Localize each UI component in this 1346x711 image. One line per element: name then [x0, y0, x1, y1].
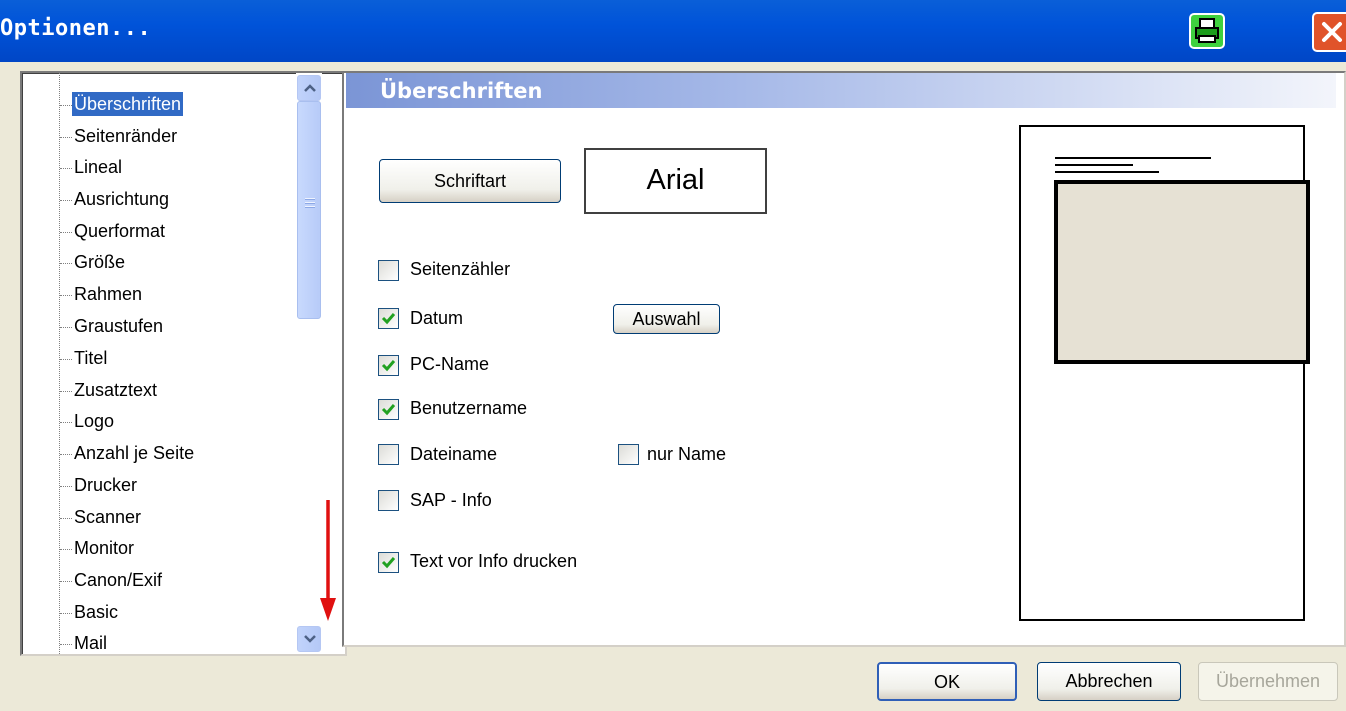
- chevron-down-icon: [304, 635, 316, 643]
- dialog-client-area: Überschriften Seitenränder Lineal Ausric…: [14, 62, 1346, 711]
- seitenzaehler-checkbox[interactable]: [378, 260, 399, 281]
- ok-button[interactable]: OK: [877, 662, 1017, 701]
- printer-icon: [1195, 18, 1219, 43]
- preview-header-line: [1055, 171, 1159, 173]
- tree-item-zusatztext[interactable]: Zusatztext: [22, 377, 292, 405]
- auswahl-button[interactable]: Auswahl: [613, 304, 720, 334]
- dateiname-label: Dateiname: [410, 444, 498, 464]
- benutzername-label: Benutzername: [410, 398, 528, 418]
- tree-item-label: Scanner: [74, 507, 142, 527]
- checkmark-icon: [381, 557, 396, 569]
- tree-item-label: Logo: [74, 411, 115, 431]
- tree-item-label: Mail: [74, 633, 108, 653]
- close-button[interactable]: [1312, 12, 1346, 52]
- tree-item-mail[interactable]: Mail: [22, 630, 292, 654]
- sap-info-checkbox[interactable]: [378, 490, 399, 511]
- tree-item-label: Seitenränder: [74, 126, 178, 146]
- tree-item-label: Titel: [74, 348, 108, 368]
- text-vor-info-label: Text vor Info drucken: [410, 551, 578, 571]
- tree-item-querformat[interactable]: Querformat: [22, 218, 292, 246]
- nur-name-checkbox[interactable]: [618, 444, 639, 465]
- datum-label: Datum: [410, 308, 464, 328]
- scroll-up-button[interactable]: [297, 75, 321, 101]
- font-button[interactable]: Schriftart: [379, 159, 561, 203]
- tree-item-groesse[interactable]: Größe: [22, 249, 292, 277]
- chevron-up-icon: [304, 84, 316, 92]
- checkmark-icon: [381, 404, 396, 416]
- window-title: Optionen...: [0, 16, 152, 41]
- tree-item-lineal[interactable]: Lineal: [22, 154, 292, 182]
- preview-header-line: [1055, 157, 1211, 159]
- apply-button[interactable]: Übernehmen: [1198, 662, 1338, 701]
- font-name-display: Arial: [584, 148, 767, 214]
- thumb-grip: [305, 206, 315, 208]
- tree-item-monitor[interactable]: Monitor: [22, 535, 292, 563]
- tree-item-label: Anzahl je Seite: [74, 443, 195, 463]
- title-bar: Optionen...: [0, 0, 1346, 62]
- tree-item-canon-exif[interactable]: Canon/Exif: [22, 567, 292, 595]
- pc-name-checkbox[interactable]: [378, 355, 399, 376]
- datum-checkbox[interactable]: [378, 308, 399, 329]
- tree-item-drucker[interactable]: Drucker: [22, 472, 292, 500]
- panel-header: Überschriften: [346, 73, 1336, 108]
- nur-name-label: nur Name: [647, 444, 727, 464]
- tree-item-label: Rahmen: [74, 284, 143, 304]
- dateiname-checkbox[interactable]: [378, 444, 399, 465]
- settings-panel: Überschriften Schriftart Arial Seitenzäh…: [342, 71, 1346, 647]
- tree-item-titel[interactable]: Titel: [22, 345, 292, 373]
- tree-item-label: Ausrichtung: [74, 189, 170, 209]
- tree-item-scanner[interactable]: Scanner: [22, 504, 292, 532]
- thumb-grip: [305, 198, 315, 200]
- checkmark-icon: [381, 313, 396, 325]
- tree-item-label: Zusatztext: [74, 380, 158, 400]
- pc-name-label: PC-Name: [410, 354, 490, 374]
- page-preview: [1019, 125, 1310, 621]
- print-button[interactable]: [1189, 13, 1225, 49]
- tree-item-anzahl-je-seite[interactable]: Anzahl je Seite: [22, 440, 292, 468]
- tree-item-label: Drucker: [74, 475, 138, 495]
- tree-item-label: Graustufen: [74, 316, 164, 336]
- preview-header-line: [1055, 164, 1133, 166]
- panel-title: Überschriften: [380, 79, 543, 103]
- seitenzaehler-label: Seitenzähler: [410, 259, 511, 279]
- sap-info-label: SAP - Info: [410, 490, 492, 510]
- tree-item-label: Überschriften: [72, 92, 184, 116]
- tree-item-logo[interactable]: Logo: [22, 408, 292, 436]
- tree-item-graustufen[interactable]: Graustufen: [22, 313, 292, 341]
- benutzername-checkbox[interactable]: [378, 399, 399, 420]
- options-tree: Überschriften Seitenränder Lineal Ausric…: [20, 71, 347, 656]
- thumb-grip: [305, 202, 315, 204]
- tree-item-label: Größe: [74, 252, 126, 272]
- close-icon: [1322, 22, 1342, 42]
- scroll-down-button[interactable]: [297, 626, 321, 652]
- tree-item-label: Monitor: [74, 538, 135, 558]
- checkmark-icon: [381, 360, 396, 372]
- red-arrow-annotation-icon: [320, 500, 336, 621]
- cancel-button[interactable]: Abbrechen: [1037, 662, 1181, 701]
- tree-item-label: Basic: [74, 602, 119, 622]
- scroll-thumb[interactable]: [297, 101, 321, 319]
- tree-item-ueberschriften[interactable]: Überschriften: [22, 91, 292, 119]
- tree-item-seitenraender[interactable]: Seitenränder: [22, 123, 292, 151]
- tree-item-basic[interactable]: Basic: [22, 599, 292, 627]
- tree-item-label: Querformat: [74, 221, 166, 241]
- preview-content-area: [1054, 180, 1310, 364]
- tree-item-label: Canon/Exif: [74, 570, 163, 590]
- tree-item-rahmen[interactable]: Rahmen: [22, 281, 292, 309]
- tree-item-label: Lineal: [74, 157, 123, 177]
- text-vor-info-checkbox[interactable]: [378, 552, 399, 573]
- tree-item-ausrichtung[interactable]: Ausrichtung: [22, 186, 292, 214]
